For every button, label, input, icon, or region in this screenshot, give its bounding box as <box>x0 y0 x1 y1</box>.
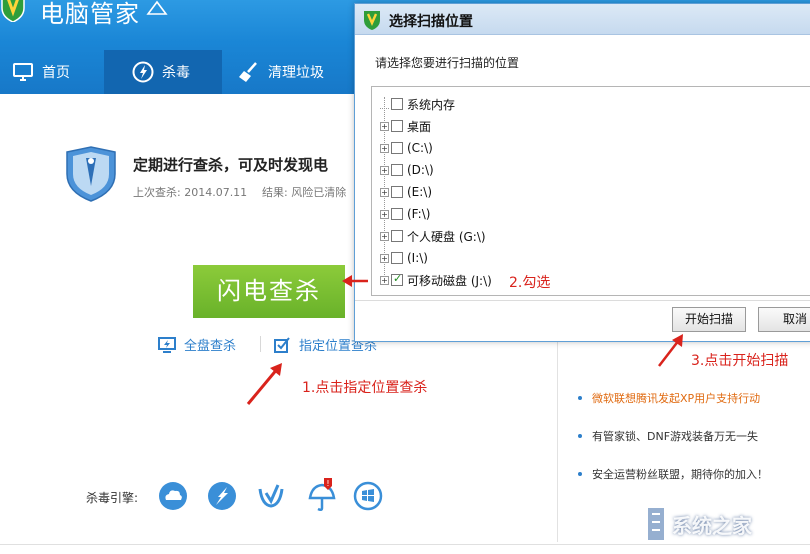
bullet-icon <box>578 472 582 476</box>
tab-antivirus[interactable]: 杀毒 <box>104 50 222 94</box>
tab-clean-junk-label: 清理垃圾 <box>268 65 324 81</box>
scan-result: 结果: 风险已清除 <box>262 186 347 199</box>
tab-home-label: 首页 <box>42 65 70 81</box>
expand-plus-icon[interactable]: + <box>380 121 389 131</box>
annotation-step-1: 1.点击指定位置查杀 <box>302 380 428 396</box>
full-scan-label: 全盘查杀 <box>184 339 237 354</box>
protection-shield-icon <box>66 146 116 202</box>
annotation-arrow-2 <box>342 275 368 287</box>
checkbox-checked[interactable] <box>391 272 403 286</box>
flash-scan-button[interactable]: 闪电查杀 <box>193 265 345 318</box>
news-item[interactable]: 有管家锁、DNF游戏装备万无一失 <box>578 428 758 444</box>
checkbox[interactable] <box>391 142 403 154</box>
tree-item-drive-g[interactable]: + 个人硬盘 (G:\) <box>372 227 486 245</box>
expand-plus-icon[interactable]: + <box>380 187 389 197</box>
tree-item-drive-f[interactable]: + (F:\) <box>372 205 430 223</box>
tree-item-desktop[interactable]: + 桌面 <box>372 117 431 135</box>
checkbox[interactable] <box>391 98 403 110</box>
bullet-icon <box>578 434 582 438</box>
checkbox[interactable] <box>391 186 403 198</box>
start-scan-button[interactable]: 开始扫描 <box>672 307 746 332</box>
bullet-icon <box>578 396 582 400</box>
scan-location-dialog: 选择扫描位置 请选择您要进行扫描的位置 系统内存 + 桌面 + (C:\) + … <box>354 3 810 342</box>
tab-home[interactable]: 首页 <box>12 50 70 94</box>
panel-divider <box>557 342 558 542</box>
full-scan-link[interactable]: 全盘查杀 <box>158 335 236 354</box>
checkbox[interactable] <box>391 208 403 220</box>
checkbox[interactable] <box>391 230 403 242</box>
monitor-icon <box>13 63 33 81</box>
news-item[interactable]: 微软联想腾讯发起XP用户支持行动 <box>578 390 760 406</box>
annotation-step-3: 3.点击开始扫描 <box>691 353 789 369</box>
cloud-engine-icon[interactable] <box>158 481 188 511</box>
cancel-button[interactable]: 取消 <box>758 307 810 332</box>
dialog-prompt: 请选择您要进行扫描的位置 <box>375 56 520 70</box>
annotation-arrow-3 <box>658 334 683 367</box>
windows-engine-icon[interactable] <box>353 481 383 511</box>
news-item[interactable]: 安全运营粉丝联盟，期待你的加入！ <box>578 466 768 482</box>
tree-item-drive-e[interactable]: + (E:\) <box>372 183 432 201</box>
version-mark-icon <box>146 0 168 15</box>
expand-plus-icon[interactable]: + <box>380 165 389 175</box>
app-title: 电脑管家 <box>40 0 140 28</box>
tree-item-system-memory[interactable]: 系统内存 <box>372 95 455 113</box>
checkbox-scan-icon <box>274 336 290 353</box>
watermark-text: 系统之家 <box>672 514 752 538</box>
checkbox[interactable] <box>391 120 403 132</box>
last-scan-date: 上次查杀: 2014.07.11 <box>133 186 248 199</box>
svg-text:!: ! <box>326 479 329 488</box>
scan-reminder-heading: 定期进行查杀，可及时发现电 <box>133 156 329 174</box>
link-divider <box>260 336 261 352</box>
checkbox[interactable] <box>391 252 403 264</box>
expand-plus-icon[interactable]: + <box>380 231 389 241</box>
tree-connector <box>380 100 389 109</box>
shield-logo-icon <box>1 0 25 22</box>
tree-item-drive-d[interactable]: + (D:\) <box>372 161 434 179</box>
umbrella-engine-icon[interactable]: ! <box>306 476 338 512</box>
lightning-icon <box>132 61 154 83</box>
dialog-divider <box>355 300 810 301</box>
main-nav: 首页 杀毒 清理垃圾 <box>0 50 355 94</box>
system-repair-engine-icon[interactable] <box>207 481 237 511</box>
heuristic-engine-icon[interactable] <box>256 481 286 511</box>
dialog-title: 选择扫描位置 <box>389 14 473 30</box>
shield-logo-icon <box>364 11 380 30</box>
engine-label: 杀毒引擎: <box>86 491 139 505</box>
expand-plus-icon[interactable]: + <box>380 253 389 263</box>
tree-item-removable-drive-j[interactable]: + 可移动磁盘 (J:\) <box>372 271 492 289</box>
checkbox[interactable] <box>391 164 403 176</box>
annotation-step-2: 2.勾选 <box>509 275 551 291</box>
expand-plus-icon[interactable]: + <box>380 275 389 285</box>
tree-item-drive-i[interactable]: + (I:\) <box>372 249 428 267</box>
tab-antivirus-label: 杀毒 <box>162 65 190 81</box>
location-tree: 系统内存 + 桌面 + (C:\) + (D:\) + (E:\) + (F:\… <box>371 86 810 296</box>
broom-icon <box>239 62 257 82</box>
full-disk-scan-icon <box>158 336 176 353</box>
dialog-title-bar[interactable]: 选择扫描位置 <box>355 4 810 35</box>
tab-clean-junk[interactable]: 清理垃圾 <box>238 50 324 94</box>
annotation-arrow-1 <box>246 363 282 405</box>
expand-plus-icon[interactable]: + <box>380 143 389 153</box>
tree-item-drive-c[interactable]: + (C:\) <box>372 139 433 157</box>
expand-plus-icon[interactable]: + <box>380 209 389 219</box>
